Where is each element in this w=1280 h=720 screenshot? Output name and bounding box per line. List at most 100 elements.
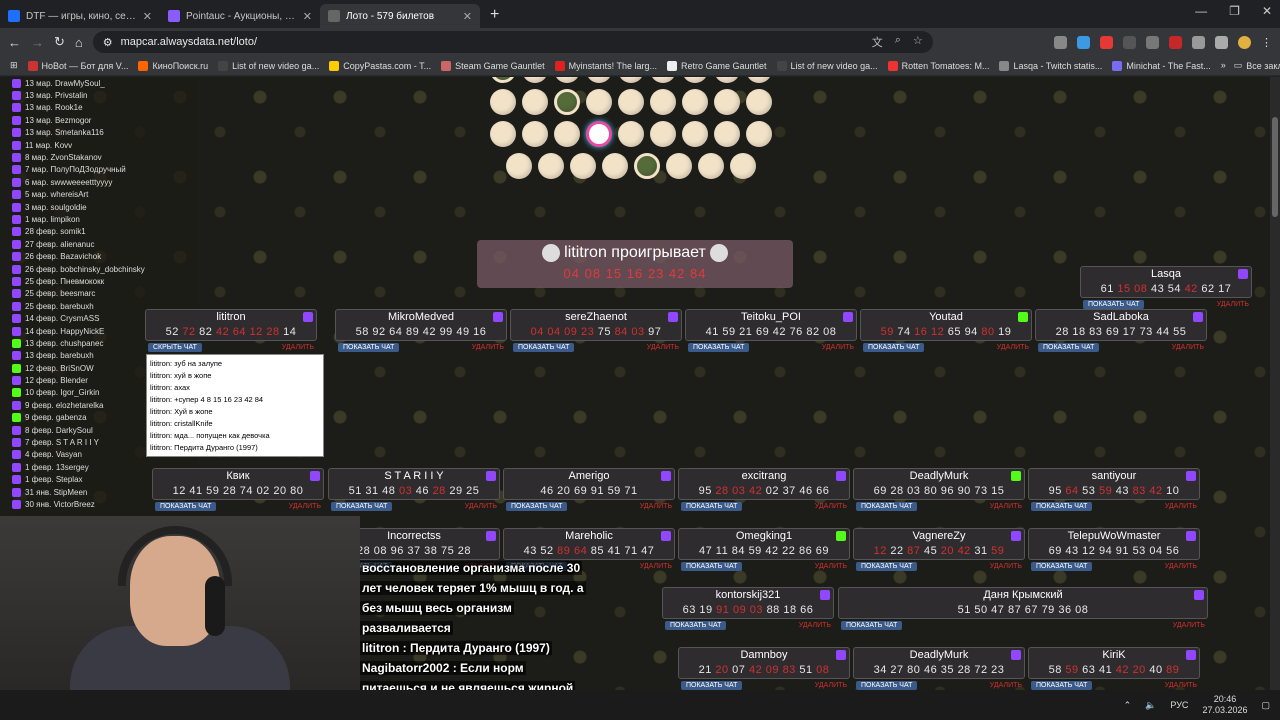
show-chat-button[interactable]: ПОКАЗАТЬ ЧАТ [1031, 681, 1093, 690]
bookmark[interactable]: List of new video ga... [776, 60, 878, 71]
chevron-up-icon[interactable]: ⌃ [1124, 700, 1132, 711]
close-icon[interactable]: ✕ [143, 10, 152, 23]
extension-icon[interactable] [1054, 35, 1067, 49]
delete-button[interactable]: УДАЛИТЬ [1165, 503, 1197, 510]
history-entry: 10 февр. Igor_Girkin [25, 388, 100, 398]
close-icon[interactable]: ✕ [463, 10, 472, 23]
page-scrollbar[interactable] [1270, 77, 1280, 690]
bookmark[interactable]: List of new video ga... [218, 60, 319, 71]
bookmark-star-icon[interactable]: ☆ [913, 34, 923, 50]
delete-button[interactable]: УДАЛИТЬ [815, 563, 847, 570]
extension-icon[interactable] [1169, 35, 1182, 49]
ticket-number: 45 [923, 545, 941, 557]
show-chat-button[interactable]: ПОКАЗАТЬ ЧАТ [331, 502, 393, 511]
delete-button[interactable]: УДАЛИТЬ [1165, 682, 1197, 689]
delete-button[interactable]: УДАЛИТЬ [282, 344, 314, 351]
close-icon[interactable]: ✕ [303, 10, 312, 23]
delete-button[interactable]: УДАЛИТЬ [822, 344, 854, 351]
chevron-right-icon[interactable]: » [1221, 60, 1226, 71]
delete-button[interactable]: УДАЛИТЬ [990, 682, 1022, 689]
puzzle-icon[interactable] [1215, 35, 1228, 49]
zoom-icon[interactable]: ⌕ [895, 34, 901, 50]
new-tab-button[interactable]: + [480, 6, 509, 28]
show-chat-button[interactable]: ПОКАЗАТЬ ЧАТ [688, 343, 750, 352]
ticket-number: 42 [1115, 664, 1133, 676]
extension-icon[interactable] [1146, 35, 1159, 49]
show-chat-button[interactable]: ПОКАЗАТЬ ЧАТ [1031, 502, 1093, 511]
show-chat-button[interactable]: ПОКАЗАТЬ ЧАТ [841, 621, 903, 630]
delete-button[interactable]: УДАЛИТЬ [1172, 344, 1204, 351]
home-icon[interactable]: ⌂ [75, 35, 83, 50]
close-window-icon[interactable]: ✕ [1262, 4, 1272, 18]
show-chat-button[interactable]: ПОКАЗАТЬ ЧАТ [513, 343, 575, 352]
tab-dtf[interactable]: DTF — игры, кино, сериалы, р✕ [0, 4, 160, 28]
show-chat-button[interactable]: ПОКАЗАТЬ ЧАТ [681, 502, 743, 511]
notification-icon[interactable]: ▢ [1261, 700, 1270, 711]
minimize-icon[interactable]: — [1195, 4, 1207, 18]
show-chat-button[interactable]: ПОКАЗАТЬ ЧАТ [856, 502, 918, 511]
bookmark[interactable]: Rotten Tomatoes: M... [887, 60, 989, 71]
bookmark[interactable]: CopyPastas.com - T... [329, 60, 431, 71]
tab-loto[interactable]: Лото - 579 билетов ✕ [320, 4, 480, 28]
show-chat-button[interactable]: ПОКАЗАТЬ ЧАТ [681, 681, 743, 690]
delete-button[interactable]: УДАЛИТЬ [1165, 563, 1197, 570]
show-chat-button[interactable]: ПОКАЗАТЬ ЧАТ [1038, 343, 1100, 352]
delete-button[interactable]: УДАЛИТЬ [799, 622, 831, 629]
delete-button[interactable]: УДАЛИТЬ [815, 682, 847, 689]
show-chat-button[interactable]: ПОКАЗАТЬ ЧАТ [863, 343, 925, 352]
hide-chat-button[interactable]: СКРЫТЬ ЧАТ [148, 343, 202, 352]
translate-icon[interactable]: 文 [872, 34, 883, 50]
reload-icon[interactable]: ↻ [54, 34, 65, 50]
maximize-icon[interactable]: ❐ [1229, 4, 1240, 18]
delete-button[interactable]: УДАЛИТЬ [465, 503, 497, 510]
forward-icon[interactable]: → [31, 35, 44, 50]
address-bar[interactable]: ⚙ mapcar.alwaysdata.net/loto/ 文 ⌕ ☆ [92, 31, 933, 53]
delete-button[interactable]: УДАЛИТЬ [997, 344, 1029, 351]
show-chat-button[interactable]: ПОКАЗАТЬ ЧАТ [856, 681, 918, 690]
show-chat-button[interactable]: ПОКАЗАТЬ ЧАТ [1031, 562, 1093, 571]
extension-icon[interactable] [1192, 35, 1205, 49]
show-chat-button[interactable]: ПОКАЗАТЬ ЧАТ [856, 562, 918, 571]
volume-icon[interactable]: 🔈 [1145, 700, 1156, 711]
avatar[interactable] [1238, 35, 1251, 49]
delete-button[interactable]: УДАЛИТЬ [1217, 301, 1249, 308]
delete-button[interactable]: УДАЛИТЬ [815, 503, 847, 510]
site-info-icon[interactable]: ⚙ [103, 36, 113, 49]
menu-icon[interactable]: ⋮ [1261, 36, 1272, 49]
delete-button[interactable]: УДАЛИТЬ [640, 503, 672, 510]
bookmark[interactable]: Lasqa - Twitch statis... [999, 60, 1102, 71]
all-bookmarks[interactable]: ▭Все закладки [1234, 60, 1280, 71]
bookmark[interactable]: Myinstants! The larg... [554, 60, 657, 71]
bookmark[interactable]: Minichat - The Fast... [1112, 60, 1211, 71]
bookmark[interactable]: HoBot — Бот для V... [27, 60, 128, 71]
extension-icon[interactable] [1123, 35, 1136, 49]
bookmark[interactable]: КиноПоиск.ru [138, 60, 208, 71]
back-icon[interactable]: ← [8, 35, 21, 50]
keyboard-language[interactable]: РУС [1170, 700, 1188, 710]
bookmark[interactable]: Steam Game Gauntlet [441, 60, 545, 71]
show-chat-button[interactable]: ПОКАЗАТЬ ЧАТ [155, 502, 217, 511]
extension-icon[interactable] [1077, 35, 1090, 49]
caption-line: Nagibatorr2002 : Если норм [360, 661, 526, 675]
delete-button[interactable]: УДАЛИТЬ [1173, 622, 1205, 629]
delete-button[interactable]: УДАЛИТЬ [990, 563, 1022, 570]
bookmark[interactable]: Retro Game Gauntlet [667, 60, 767, 71]
chat-popup[interactable]: lititron: зуб на залупе lititron: хуй в ж… [146, 354, 324, 457]
show-chat-button[interactable]: ПОКАЗАТЬ ЧАТ [681, 562, 743, 571]
delete-button[interactable]: УДАЛИТЬ [990, 503, 1022, 510]
delete-button[interactable]: УДАЛИТЬ [647, 344, 679, 351]
tab-pointauc[interactable]: Pointauc - Аукционы, лотерея✕ [160, 4, 320, 28]
show-chat-button[interactable]: ПОКАЗАТЬ ЧАТ [1083, 300, 1145, 309]
delete-button[interactable]: УДАЛИТЬ [289, 503, 321, 510]
clock[interactable]: 20:46 27.03.2026 [1202, 694, 1247, 716]
show-chat-button[interactable]: ПОКАЗАТЬ ЧАТ [338, 343, 400, 352]
extension-icon[interactable] [1100, 35, 1113, 49]
ticket-number: 19 [699, 604, 717, 616]
delete-button[interactable]: УДАЛИТЬ [472, 344, 504, 351]
show-chat-button[interactable]: ПОКАЗАТЬ ЧАТ [665, 621, 727, 630]
scrollbar-thumb[interactable] [1272, 117, 1278, 217]
apps-icon[interactable]: ⊞ [10, 60, 18, 71]
delete-button[interactable]: УДАЛИТЬ [640, 563, 672, 570]
show-chat-button[interactable]: ПОКАЗАТЬ ЧАТ [506, 502, 568, 511]
bookmark-favicon-icon [138, 60, 149, 71]
